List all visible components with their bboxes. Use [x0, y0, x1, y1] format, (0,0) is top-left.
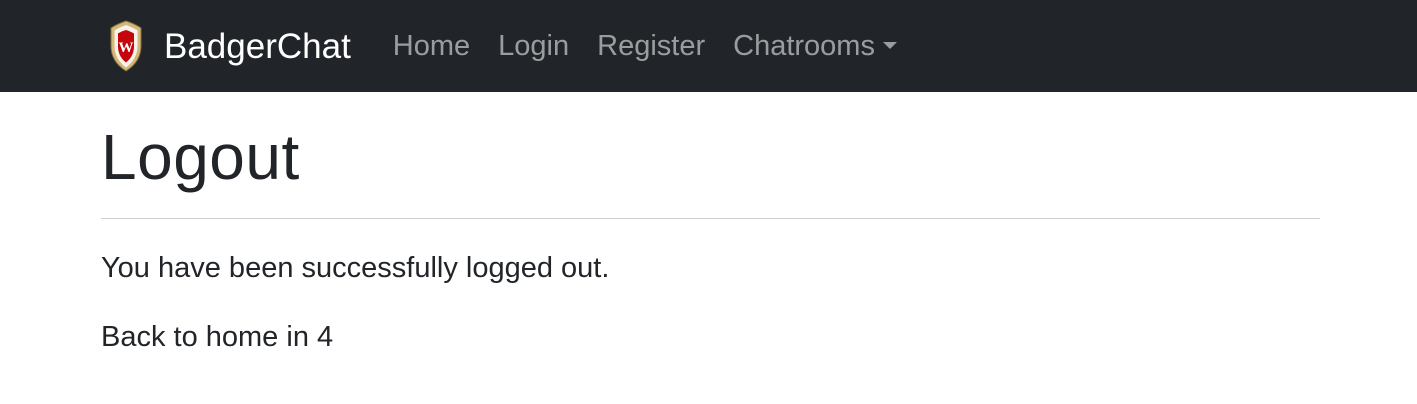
nav-dropdown-chatrooms-label: Chatrooms: [733, 29, 875, 62]
page-title: Logout: [101, 121, 300, 193]
main-content: Logout You have been successfully logged…: [101, 92, 1320, 355]
redirect-countdown: Back to home in 4: [101, 320, 1320, 355]
countdown-text: Back to home in: [101, 321, 309, 354]
countdown-value: 4: [317, 321, 334, 354]
nav-link-register[interactable]: Register: [597, 31, 705, 61]
nav-links: Home Login Register Chatrooms: [393, 29, 925, 62]
brand-name: BadgerChat: [164, 26, 351, 66]
navbar-inner: W BadgerChat Home Login Register Chatroo…: [108, 0, 925, 92]
nav-link-login[interactable]: Login: [498, 31, 569, 61]
logout-message: You have been successfully logged out.: [101, 252, 610, 285]
divider: [101, 218, 1320, 220]
nav-dropdown-chatrooms[interactable]: Chatrooms: [733, 29, 897, 62]
caret-down-icon: [882, 41, 897, 49]
uw-crest-icon: W: [110, 20, 142, 72]
navbar: W BadgerChat Home Login Register Chatroo…: [0, 0, 1417, 92]
crest-letter: W: [119, 40, 134, 56]
brand-link[interactable]: W BadgerChat: [108, 20, 351, 72]
nav-link-home[interactable]: Home: [393, 31, 470, 61]
